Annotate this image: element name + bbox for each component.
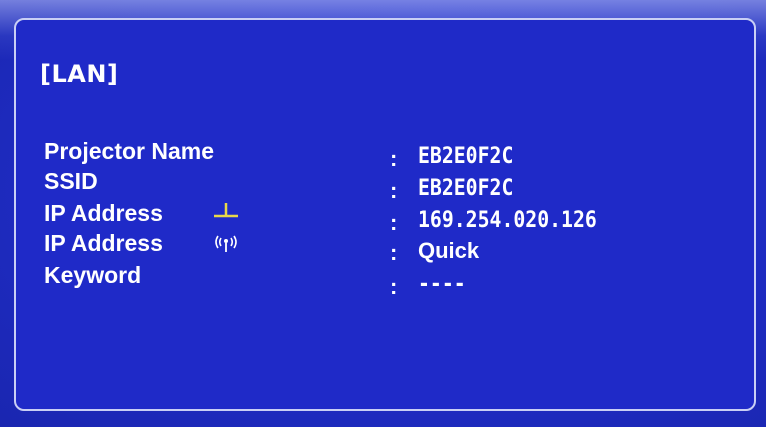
wired-lan-icon — [214, 203, 238, 218]
projector-name-label: Projector Name — [44, 138, 215, 164]
projector-name-value: EB2E0F2C — [418, 144, 514, 169]
ip-address-wireless-label: IP Address — [44, 230, 163, 256]
wireless-lan-icon — [215, 235, 237, 252]
ip-address-wireless-value: Quick — [418, 238, 480, 263]
ssid-label: SSID — [44, 168, 98, 194]
ip-address-wired-value: 169.254.020.126 — [418, 208, 597, 233]
section-title: [LAN] — [40, 60, 119, 88]
projector-screen: [LAN] Projector Name : EB2E0F2C SSID : E… — [0, 0, 766, 427]
ip-address-wired-label: IP Address — [44, 200, 163, 226]
keyword-label: Keyword — [44, 262, 142, 288]
ssid-colon: : — [390, 178, 398, 203]
ssid-value: EB2E0F2C — [418, 176, 514, 201]
lan-info-panel: [LAN] Projector Name : EB2E0F2C SSID : E… — [14, 18, 756, 411]
keyword-value: ---- — [418, 272, 466, 297]
ip-address-wireless-colon: : — [390, 240, 398, 265]
ip-address-wired-colon: : — [390, 210, 398, 235]
projector-name-colon: : — [390, 146, 398, 171]
keyword-colon: : — [390, 274, 398, 299]
